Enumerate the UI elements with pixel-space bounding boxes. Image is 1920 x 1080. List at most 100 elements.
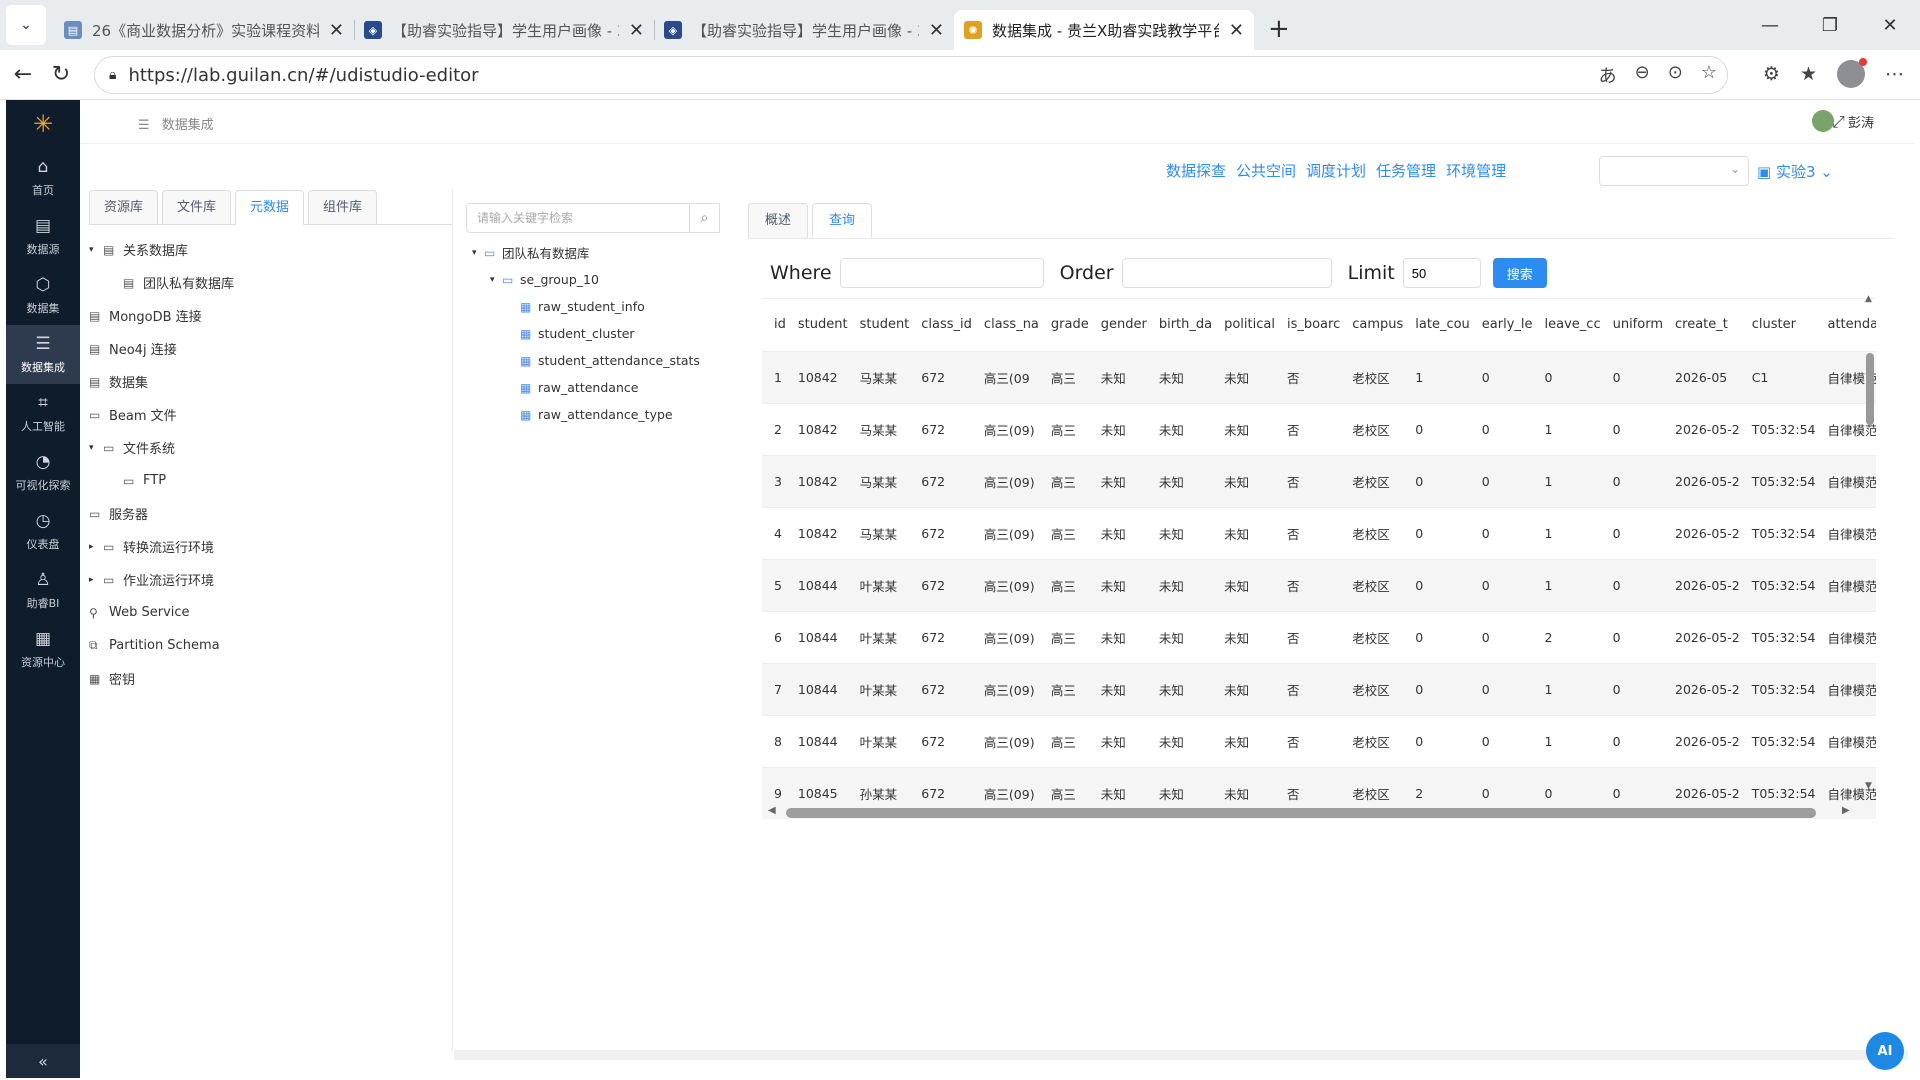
favorites-icon[interactable]: ★ [1800,63,1817,85]
scroll-right-icon[interactable]: ▶ [1842,805,1850,816]
user-info[interactable]: 彭涛 [1811,110,1874,132]
column-header[interactable]: grade [1039,299,1089,351]
column-header[interactable]: class_na [972,299,1039,351]
limit-input[interactable] [1402,258,1481,288]
column-header[interactable]: gender [1089,299,1147,351]
tree-node[interactable]: ▤ 团队私有数据库 [89,266,452,299]
header-link[interactable]: 任务管理 [1376,160,1436,181]
close-tab-icon[interactable]: ✕ [329,20,344,41]
order-input[interactable] [1121,258,1332,288]
restore-icon[interactable]: ❐ [1800,0,1860,50]
tree-node[interactable]: ▤ Neo4j 连接 [89,332,452,365]
browser-tab[interactable]: ▤ 26《商业数据分析》实验课程资料 ✕ [54,10,354,50]
translate-icon[interactable]: あ [1599,62,1617,88]
scroll-down-icon[interactable]: ▼ [1865,781,1872,791]
metadata-tree-node[interactable]: ▦ student_cluster [466,320,720,347]
header-link[interactable]: 公共空间 [1236,160,1296,181]
column-header[interactable]: birth_da [1147,299,1212,351]
tree-node[interactable]: ▦ 密钥 [89,662,452,695]
metadata-tree-node[interactable]: ▾ ▭ 团队私有数据库 [466,239,720,266]
tab-1[interactable]: 查询 [812,203,873,238]
header-link[interactable]: 数据探查 [1166,160,1226,181]
metadata-tree-node[interactable]: ▦ raw_attendance_type [466,401,720,428]
tree-node[interactable]: ▭ FTP [89,464,452,497]
tab-0[interactable]: 资源库 [89,190,159,224]
column-header[interactable]: late_cou [1403,299,1470,351]
minimize-icon[interactable]: — [1740,0,1800,50]
table-row[interactable]: 6 10844 叶某某 672 高三(09) 高三 未知 未知 未知否老校区 0 0 2 0 2026-0… [762,610,1876,663]
tree-node[interactable]: ▤ 数据集 [89,365,452,398]
table-row[interactable]: 3 10842 马某某 672 高三(09) 高三 未知 未知 未知否老校区 0 0 1 0 2026-0… [762,454,1876,507]
more-options-icon[interactable]: ⊙ [1668,62,1683,88]
sidebar-item-integration[interactable]: ☰ 数据集成 [6,325,80,384]
expand-arrow-icon[interactable]: ▾ [89,245,103,255]
tree-node[interactable]: ▾ ▭ 文件系统 [89,431,452,464]
column-header[interactable]: cluster [1740,299,1816,351]
tab-0[interactable]: 概述 [748,203,809,238]
column-header[interactable]: create_t [1663,299,1740,351]
table-row[interactable]: 1 10842 马某某 672 高三(09 高三 未知 未知 未知否老校区 1 0 0 0 2026-05… [762,350,1876,403]
new-tab-button[interactable]: + [1268,14,1290,44]
horizontal-scrollbar[interactable] [786,808,1816,818]
column-header[interactable]: uniform [1601,299,1663,351]
browser-tab[interactable]: ✺ 数据集成 - 贵兰X助睿实践教学平台 ✕ [954,10,1254,50]
column-header[interactable]: early_le [1470,299,1533,351]
environment-select[interactable]: ⌄ [1599,156,1749,186]
sidebar-item-resource[interactable]: ▦ 资源中心 [6,620,80,679]
table-row[interactable]: 8 10844 叶某某 672 高三(09) 高三 未知 未知 未知否老校区 0 0 1 0 2026-0… [762,714,1876,767]
scroll-up-icon[interactable]: ▲ [1865,294,1872,304]
metadata-tree-node[interactable]: ▦ student_attendance_stats [466,347,720,374]
table-row[interactable]: 2 10842 马某某 672 高三(09) 高三 未知 未知 未知否老校区 0 0 1 0 2026-0… [762,402,1876,455]
column-header[interactable]: political [1212,299,1275,351]
browser-menu-icon[interactable]: ⋯ [1885,63,1904,85]
project-switcher[interactable]: ▣ 实验3 ⌄ [1757,161,1833,182]
column-header[interactable]: is_boarc [1275,299,1340,351]
vertical-scrollbar[interactable] [1866,353,1874,425]
ai-assistant-button[interactable]: AI [1866,1032,1904,1070]
header-link[interactable]: 调度计划 [1306,160,1366,181]
url-field[interactable]: 🔒︎ https://lab.guilan.cn/#/udistudio-edi… [94,56,1728,94]
tree-node[interactable]: ▭ Beam 文件 [89,398,452,431]
sidebar-item-datasource[interactable]: ▤ 数据源 [6,207,80,266]
tab-3[interactable]: 组件库 [308,190,378,224]
metadata-tree-node[interactable]: ▦ raw_attendance [466,374,720,401]
extensions-icon[interactable]: ⚙ [1763,63,1780,85]
sidebar-item-dashboard[interactable]: ◷ 仪表盘 [6,502,80,561]
tree-node[interactable]: ▤ MongoDB 连接 [89,299,452,332]
column-header[interactable]: id [762,299,786,351]
scroll-left-icon[interactable]: ◀ [768,805,776,816]
expand-arrow-icon[interactable]: ▸ [89,542,103,552]
expand-arrow-icon[interactable]: ▾ [472,248,484,258]
metadata-search-input[interactable] [466,203,690,233]
tab-list-icon[interactable]: ⌄ [6,5,46,45]
tab-2[interactable]: 元数据 [235,190,305,225]
favorite-star-icon[interactable]: ☆ [1701,62,1717,88]
search-icon[interactable]: ⌕ [690,203,720,233]
close-tab-icon[interactable]: ✕ [929,20,944,41]
tree-node[interactable]: ⚲ Web Service [89,596,452,629]
column-header[interactable]: class_id [909,299,972,351]
close-window-icon[interactable]: ✕ [1860,0,1920,50]
sidebar-item-bi[interactable]: ♙ 助睿BI [6,561,80,620]
expand-arrow-icon[interactable]: ▾ [490,275,502,285]
browser-tab[interactable]: ◈ 【助睿实验指导】学生用户画像 - 3 ✕ [654,10,954,50]
profile-avatar[interactable] [1837,58,1867,88]
metadata-tree-node[interactable]: ▦ raw_student_info [466,293,720,320]
tree-node[interactable]: ▾ ▤ 关系数据库 [89,233,452,266]
sidebar-item-visual[interactable]: ◔ 可视化探索 [6,443,80,502]
close-tab-icon[interactable]: ✕ [629,20,644,41]
sidebar-item-ai[interactable]: ⌗ 人工智能 [6,384,80,443]
logo-icon[interactable]: ✳ [6,100,80,148]
tab-1[interactable]: 文件库 [162,190,232,224]
column-header[interactable]: leave_cc [1533,299,1601,351]
tree-node[interactable]: ⧉ Partition Schema [89,629,452,662]
reload-icon[interactable]: ↻ [38,62,84,87]
column-header[interactable]: student [786,299,848,351]
expand-arrow-icon[interactable]: ▸ [89,575,103,585]
bottom-scrollbar-track[interactable] [454,1050,1908,1060]
column-header[interactable]: attenda [1815,299,1876,351]
tree-node[interactable]: ▸ ▭ 作业流运行环境 [89,563,452,596]
sidebar-item-dataset[interactable]: ⬡ 数据集 [6,266,80,325]
tree-node[interactable]: ▸ ▭ 转换流运行环境 [89,530,452,563]
column-header[interactable]: student [848,299,910,351]
